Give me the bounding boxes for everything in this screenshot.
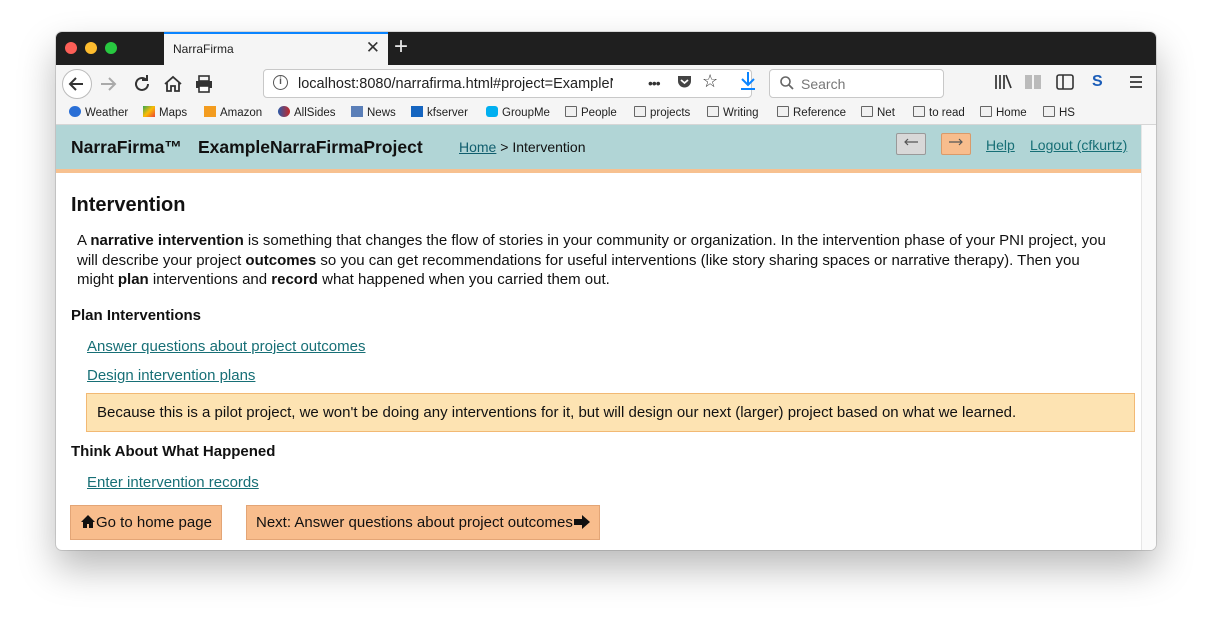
back-arrow-icon[interactable] <box>62 69 92 99</box>
pilot-project-note: Because this is a pilot project, we won'… <box>86 393 1135 432</box>
search-placeholder: Search <box>801 76 846 92</box>
tab-strip: NarraFirma ✕ + <box>56 32 1156 65</box>
bookmark-folder-people[interactable]: People <box>565 106 617 119</box>
page-title: Intervention <box>71 194 186 216</box>
bookmark-folder-writing[interactable]: Writing <box>707 106 759 119</box>
pocket-icon[interactable] <box>676 73 693 95</box>
amazon-icon <box>204 106 216 117</box>
extension-s-icon[interactable]: S <box>1092 73 1103 91</box>
bookmark-folder-projects[interactable]: projects <box>634 106 690 119</box>
section-plan-interventions: Plan Interventions <box>71 307 202 324</box>
url-text: localhost:8080/narrafirma.html#project=E… <box>298 76 613 92</box>
term-narrative-intervention: narrative intervention <box>90 232 244 249</box>
bookmark-star-icon[interactable]: ☆ <box>702 71 718 92</box>
kfserver-icon <box>411 106 423 117</box>
right-arrow-icon <box>573 515 590 529</box>
breadcrumb-separator: > <box>496 139 513 155</box>
print-icon[interactable] <box>191 71 217 97</box>
bookmark-folder-reference[interactable]: Reference <box>777 106 846 119</box>
breadcrumb-home-link[interactable]: Home <box>459 139 496 155</box>
main-content: Intervention A narrative intervention is… <box>56 173 1141 550</box>
close-tab-icon[interactable]: ✕ <box>366 38 380 58</box>
folder-icon <box>1043 106 1055 117</box>
page-actions-icon[interactable]: ••• <box>648 75 661 91</box>
navigation-toolbar: i localhost:8080/narrafirma.html#project… <box>56 65 1156 103</box>
reload-icon[interactable] <box>129 71 155 97</box>
menu-icon[interactable] <box>1128 74 1144 94</box>
scrollbar-track[interactable] <box>1141 125 1156 550</box>
bookmark-maps[interactable]: Maps <box>143 106 187 119</box>
app-brand: NarraFirma™ <box>71 137 182 157</box>
weather-icon <box>69 106 81 117</box>
forward-arrow-icon[interactable] <box>96 71 122 97</box>
term-outcomes: outcomes <box>245 251 317 269</box>
tab-title: NarraFirma <box>173 42 234 56</box>
sidebar-icon[interactable] <box>1056 74 1074 94</box>
folder-icon <box>777 106 789 117</box>
term-plan: plan <box>117 271 149 289</box>
bookmark-amazon[interactable]: Amazon <box>204 106 262 119</box>
folder-icon <box>861 106 873 117</box>
next-step-button-label: Next: Answer questions about project out… <box>256 514 573 531</box>
news-icon <box>351 106 363 117</box>
minimize-window-button[interactable] <box>85 42 97 54</box>
previous-page-button[interactable] <box>896 133 926 155</box>
site-info-icon[interactable]: i <box>273 75 288 90</box>
folder-icon <box>565 106 577 117</box>
home-icon <box>81 515 95 528</box>
search-box[interactable]: Search <box>769 69 944 98</box>
note-text: Because this is a pilot project, we won'… <box>97 404 1017 421</box>
help-link[interactable]: Help <box>986 137 1015 153</box>
zoom-window-button[interactable] <box>105 42 117 54</box>
intro-paragraph: A narrative intervention is something th… <box>77 232 1106 289</box>
bookmark-folder-net[interactable]: Net <box>861 106 895 119</box>
bookmark-folder-to-read[interactable]: to read <box>913 106 965 119</box>
groupme-icon <box>486 106 498 117</box>
close-window-button[interactable] <box>65 42 77 54</box>
next-step-button[interactable]: Next: Answer questions about project out… <box>246 505 600 540</box>
answer-outcomes-link[interactable]: Answer questions about project outcomes <box>87 338 366 355</box>
section-think-about-what-happened: Think About What Happened <box>71 443 276 460</box>
folder-icon <box>980 106 992 117</box>
library-icon[interactable] <box>994 74 1012 94</box>
folder-icon <box>707 106 719 117</box>
url-bar[interactable]: i localhost:8080/narrafirma.html#project… <box>263 69 752 98</box>
home-page-button-label: Go to home page <box>96 514 212 531</box>
maps-icon <box>143 106 155 117</box>
project-name: ExampleNarraFirmaProject <box>198 137 423 157</box>
app-header: NarraFirma™ ExampleNarraFirmaProject Hom… <box>56 125 1141 173</box>
bookmark-weather[interactable]: Weather <box>69 106 128 119</box>
right-arrow-icon <box>949 138 963 146</box>
bookmark-groupme[interactable]: GroupMe <box>486 106 550 119</box>
enter-records-link[interactable]: Enter intervention records <box>87 474 259 491</box>
downloads-icon[interactable] <box>739 70 757 96</box>
bookmark-folder-hs[interactable]: HS <box>1043 106 1075 119</box>
folder-icon <box>634 106 646 117</box>
search-icon <box>779 75 795 95</box>
bookmarks-toolbar: Weather Maps Amazon AllSides News kfserv… <box>56 103 1156 125</box>
term-record: record <box>271 271 318 289</box>
folder-icon <box>913 106 925 117</box>
logout-link[interactable]: Logout (cfkurtz) <box>1030 137 1127 153</box>
breadcrumb: Home > Intervention <box>459 139 586 155</box>
bookmark-kfserver[interactable]: kfserver <box>411 106 468 119</box>
browser-window: NarraFirma ✕ + i localhost:8080/narrafir… <box>56 32 1156 550</box>
home-page-button[interactable]: Go to home page <box>70 505 222 540</box>
reader-view-icon[interactable] <box>1024 74 1042 94</box>
tab-narrafirma[interactable]: NarraFirma ✕ <box>164 32 388 65</box>
left-arrow-icon <box>904 138 918 146</box>
bookmark-allsides[interactable]: AllSides <box>278 106 336 119</box>
next-page-button[interactable] <box>941 133 971 155</box>
design-plans-link[interactable]: Design intervention plans <box>87 367 255 384</box>
breadcrumb-current: Intervention <box>512 139 586 155</box>
bookmark-folder-home[interactable]: Home <box>980 106 1027 119</box>
new-tab-icon[interactable]: + <box>394 33 408 61</box>
home-icon[interactable] <box>160 71 186 97</box>
bookmark-news[interactable]: News <box>351 106 396 119</box>
allsides-icon <box>278 106 290 117</box>
